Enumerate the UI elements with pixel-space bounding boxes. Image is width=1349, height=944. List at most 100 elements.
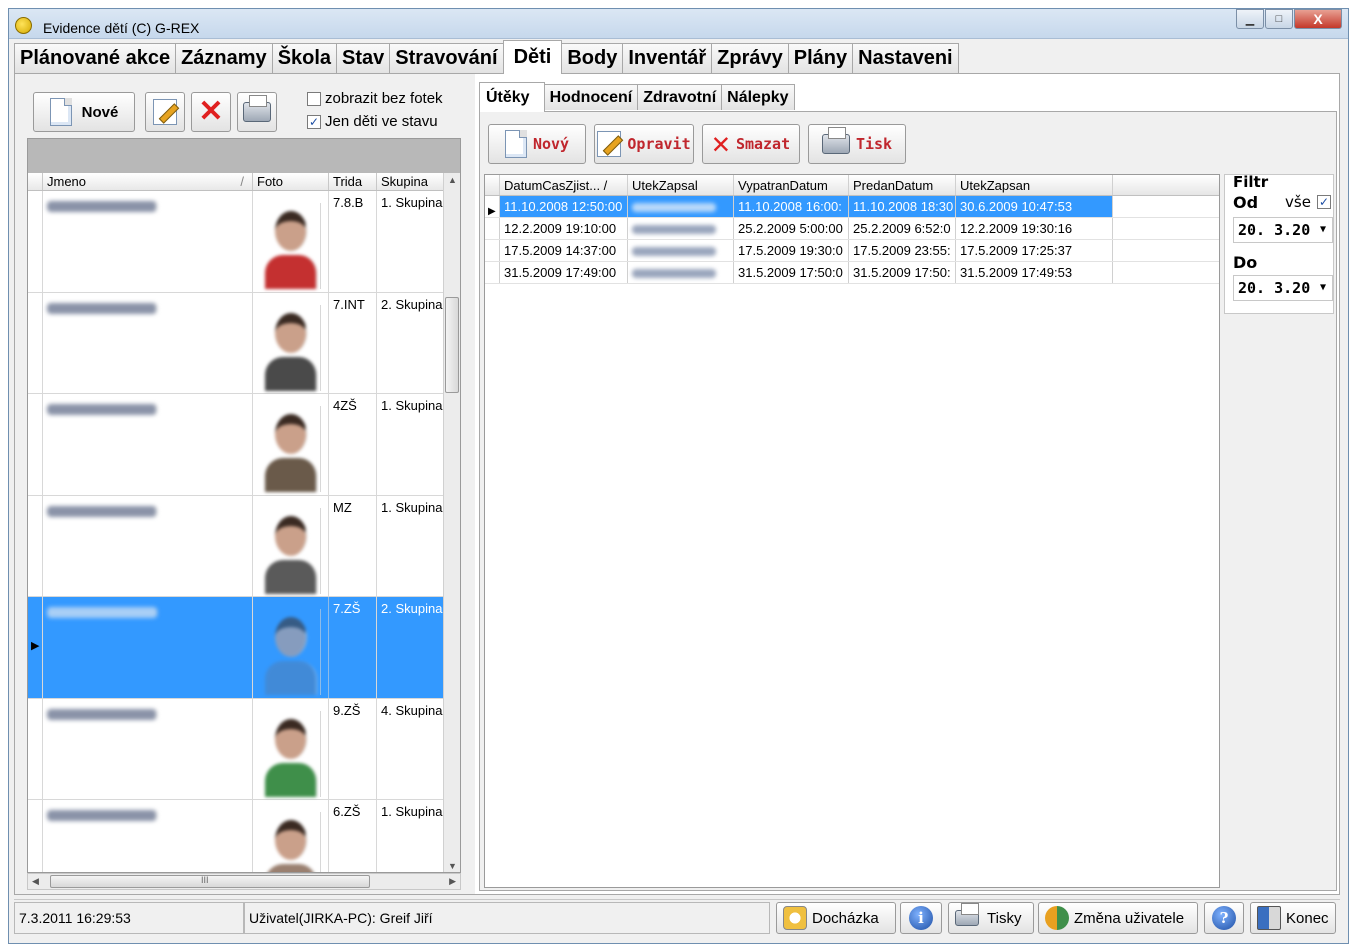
edit-escape-button[interactable]: Opravit xyxy=(594,124,694,164)
row-selector[interactable] xyxy=(28,394,43,495)
child-photo xyxy=(253,292,329,393)
row-selector[interactable] xyxy=(28,495,43,596)
title-bar: Evidence dětí (C) G-REX ▁ □ X xyxy=(9,9,1348,39)
escape-row[interactable]: 31.5.2009 17:49:00 31.5.2009 17:50:0 31.5.… xyxy=(485,262,1219,284)
main-tab-9[interactable]: Plány xyxy=(787,43,854,73)
info-button[interactable]: i xyxy=(900,902,942,934)
delete-x-icon: ✕ xyxy=(711,126,730,161)
close-button[interactable]: X xyxy=(1294,9,1342,29)
main-tab-10[interactable]: Nastaveni xyxy=(852,43,959,73)
help-question-icon: ? xyxy=(1212,906,1236,930)
row-selector[interactable]: ▶ xyxy=(28,597,43,698)
row-selector[interactable] xyxy=(28,292,43,393)
prints-button[interactable]: Tisky xyxy=(948,902,1034,934)
column-foto[interactable]: Foto xyxy=(253,173,329,190)
scroll-down-arrow-icon[interactable]: ▼ xyxy=(448,861,457,871)
escape-row[interactable]: 12.2.2009 19:10:00 25.2.2009 5:00:00 25.2.… xyxy=(485,218,1219,240)
print-child-button[interactable] xyxy=(237,92,277,132)
status-datetime: 7.3.2011 16:29:53 xyxy=(14,902,244,934)
change-user-button[interactable]: Změna uživatele xyxy=(1038,902,1198,934)
delete-escape-button[interactable]: ✕ Smazat xyxy=(702,124,800,164)
change-user-label: Změna uživatele xyxy=(1074,909,1185,927)
dropdown-arrow-icon[interactable]: ▼ xyxy=(1320,276,1326,300)
minimize-button[interactable]: ▁ xyxy=(1236,9,1264,29)
escape-recorded-at-cell: 12.2.2009 19:30:16 xyxy=(956,218,1113,239)
main-tab-4[interactable]: Stravování xyxy=(389,43,504,73)
row-selector[interactable]: ▶ xyxy=(485,196,500,217)
attendance-button[interactable]: Docházka xyxy=(776,902,896,934)
column-jmeno[interactable]: Jmeno / xyxy=(43,173,253,190)
column-utekzapsal[interactable]: UtekZapsal xyxy=(628,175,734,195)
child-row[interactable]: MZ 1. Skupina xyxy=(28,495,460,597)
child-row[interactable]: ▶ 7.ZŠ 2. Skupina xyxy=(28,597,460,699)
scrollbar-thumb[interactable] xyxy=(445,297,459,393)
main-tab-6[interactable]: Body xyxy=(561,43,624,73)
help-button[interactable]: ? xyxy=(1204,902,1244,934)
row-selector[interactable] xyxy=(485,262,500,283)
delete-child-button[interactable]: ✕ xyxy=(191,92,231,132)
row-selector[interactable] xyxy=(485,240,500,261)
main-tab-5[interactable]: Děti xyxy=(502,40,563,74)
child-name-cell xyxy=(43,495,253,596)
column-trida[interactable]: Trida xyxy=(329,173,377,190)
escape-row[interactable]: ▶ 11.10.2008 12:50:00 11.10.2008 16:00: 11.… xyxy=(485,196,1219,218)
row-selector[interactable] xyxy=(28,698,43,799)
row-selector[interactable] xyxy=(28,800,43,872)
only-children-in-state-checkbox[interactable]: ✓ Jen děti ve stavu xyxy=(307,113,438,130)
checkbox-box[interactable] xyxy=(307,91,321,106)
column-datumcaszjist[interactable]: DatumCasZjist... / xyxy=(500,175,628,195)
dropdown-arrow-icon[interactable]: ▼ xyxy=(1320,218,1326,242)
children-horizontal-scrollbar[interactable]: ◀ III ▶ xyxy=(27,873,461,890)
children-vertical-scrollbar[interactable]: ▲ ▼ xyxy=(443,173,460,872)
column-predandatum[interactable]: PredanDatum xyxy=(849,175,956,195)
filter-to-date-picker[interactable]: 20. 3.20 ▼ xyxy=(1233,275,1333,301)
main-tab-0[interactable]: Plánované akce xyxy=(14,43,177,73)
maximize-button[interactable]: □ xyxy=(1265,9,1293,29)
escape-detected-cell: 11.10.2008 12:50:00 xyxy=(500,196,628,217)
child-row[interactable]: 7.INT 2. Skupina xyxy=(28,292,460,394)
detail-tab-0[interactable]: Útěky xyxy=(479,82,545,112)
children-grid-header: Jmeno / Foto Trida Skupina xyxy=(28,173,460,191)
row-selector[interactable] xyxy=(28,191,43,292)
scrollbar-thumb[interactable]: III xyxy=(50,875,370,888)
child-row[interactable]: 4ZŠ 1. Skupina xyxy=(28,394,460,496)
escape-row[interactable]: 17.5.2009 14:37:00 17.5.2009 19:30:0 17.5.… xyxy=(485,240,1219,262)
detail-tab-3[interactable]: Nálepky xyxy=(721,84,795,110)
printer-icon xyxy=(243,95,271,122)
scroll-up-arrow-icon[interactable]: ▲ xyxy=(448,175,457,185)
checkbox-box[interactable]: ✓ xyxy=(307,114,321,129)
main-tab-1[interactable]: Záznamy xyxy=(175,43,273,73)
main-tab-3[interactable]: Stav xyxy=(336,43,391,73)
scroll-left-arrow-icon[interactable]: ◀ xyxy=(32,876,39,887)
child-class-cell: 9.ZŠ xyxy=(329,698,377,799)
child-photo xyxy=(253,191,329,292)
child-row[interactable]: 7.8.B 1. Skupina xyxy=(28,191,460,293)
column-utekzapsan[interactable]: UtekZapsan xyxy=(956,175,1113,195)
filter-from-value: 20. 3.20 xyxy=(1238,221,1311,239)
new-escape-button[interactable]: Nový xyxy=(488,124,586,164)
filter-from-date-picker[interactable]: 20. 3.20 ▼ xyxy=(1233,217,1333,243)
edit-child-button[interactable] xyxy=(145,92,185,132)
detail-tab-1[interactable]: Hodnocení xyxy=(543,84,639,110)
column-vypatrandatum[interactable]: VypatranDatum xyxy=(734,175,849,195)
main-tabs: Plánované akce Záznamy Škola Stav Stravování… xyxy=(14,40,959,74)
main-tab-8[interactable]: Zprávy xyxy=(711,43,789,73)
child-photo xyxy=(253,495,329,596)
detail-tabs: Útěky Hodnocení Zdravotní Nálepky xyxy=(479,82,795,112)
child-class-cell: 7.INT xyxy=(329,292,377,393)
show-without-photos-checkbox[interactable]: zobrazit bez fotek xyxy=(307,90,443,107)
print-escape-button[interactable]: Tisk xyxy=(808,124,906,164)
scroll-right-arrow-icon[interactable]: ▶ xyxy=(449,876,456,887)
new-child-button[interactable]: Nové xyxy=(33,92,135,132)
main-tab-2[interactable]: Škola xyxy=(271,43,338,73)
filter-from-label: Od xyxy=(1233,193,1259,212)
new-escape-label: Nový xyxy=(532,135,570,153)
detail-tab-2[interactable]: Zdravotní xyxy=(637,84,723,110)
child-row[interactable]: 6.ZŠ 1. Skupina xyxy=(28,800,460,872)
row-selector[interactable] xyxy=(485,218,500,239)
main-tab-7[interactable]: Inventář xyxy=(622,43,713,73)
escapes-grid-header: DatumCasZjist... / UtekZapsal VypatranDa… xyxy=(485,175,1219,196)
filter-all-checkbox[interactable]: ✓ xyxy=(1317,195,1331,209)
child-row[interactable]: 9.ZŠ 4. Skupina xyxy=(28,698,460,800)
exit-button[interactable]: Konec xyxy=(1250,902,1336,934)
